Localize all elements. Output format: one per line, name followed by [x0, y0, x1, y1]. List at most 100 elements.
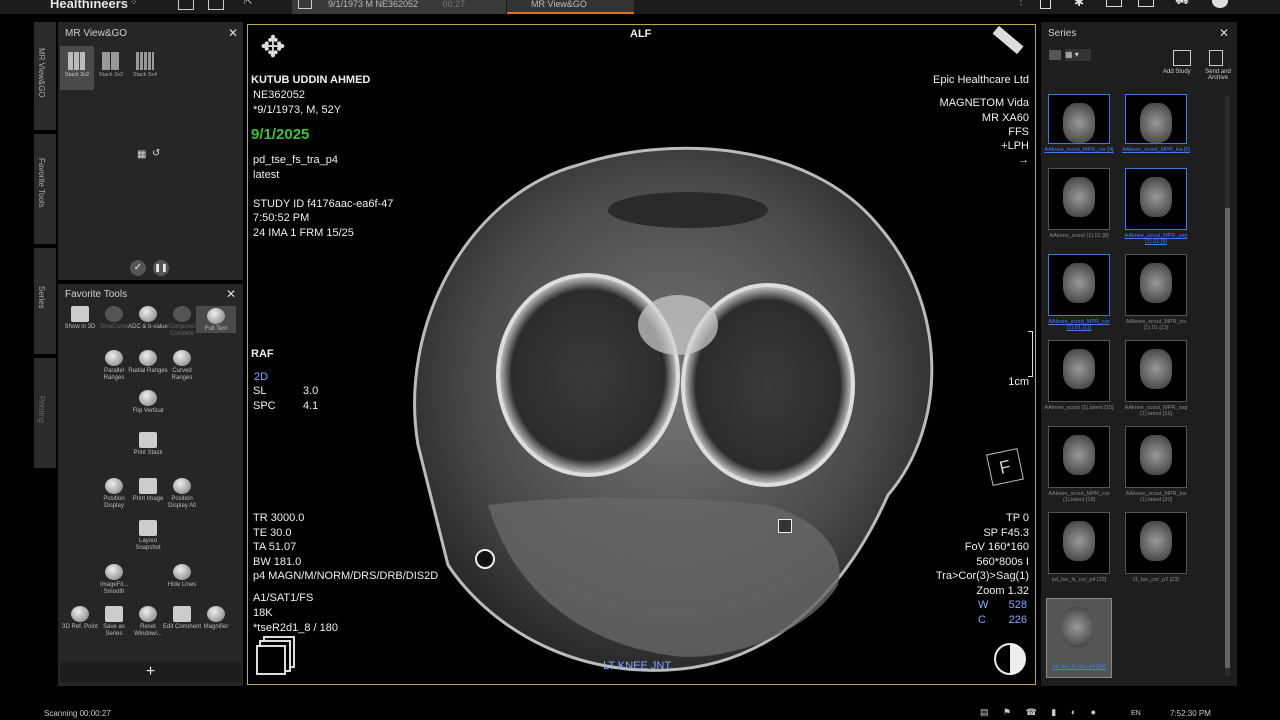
user-avatar-icon[interactable]	[1212, 0, 1228, 8]
series-thumbnail[interactable]	[1048, 254, 1110, 316]
series-thumbnail[interactable]	[1125, 94, 1187, 144]
parallel-ranges-icon	[105, 350, 123, 366]
window-center-value[interactable]: 226	[1009, 613, 1027, 628]
favorite-tools-panel: Favorite Tools ✕ Show in 3D TimeCurve ADC …	[58, 284, 243, 686]
series-thumbnail-caption[interactable]: AAknee_scout_MPR_cor (1).01 [11]	[1044, 319, 1114, 331]
tool-flip[interactable]: Flip Vertical	[128, 390, 168, 415]
tool-printstack-label: Print Stack	[133, 450, 163, 456]
tool-magnifier[interactable]: Magnifier	[196, 606, 236, 631]
image-viewer[interactable]: ✥ ALF RAF LT KNEE JNT. KUTUB UDDIN AHMED…	[247, 24, 1036, 685]
series-thumbnail-caption[interactable]: pd_tse_fs_cor_p4 [22]	[1044, 577, 1114, 583]
send-archive-icon[interactable]	[1209, 50, 1223, 66]
mode-2d[interactable]: 2D	[254, 370, 268, 385]
add-study-label[interactable]: Add Study	[1163, 69, 1191, 75]
cart-icon[interactable]: ⛟	[1175, 0, 1189, 9]
series-thumbnail[interactable]	[1048, 340, 1110, 402]
orientation-left: RAF	[251, 348, 274, 360]
layout-stack-3x2-label: Stack 3x2	[64, 72, 90, 78]
mr-viewgo-title: MR View&GO	[65, 28, 128, 39]
series-thumbnail-caption[interactable]: AAknee_scout_MPR_sag (1).latest [16]	[1121, 405, 1191, 417]
tool-curved[interactable]: Curved Ranges	[162, 350, 202, 382]
status-bar: Scanning 00:00:27 ▤ ⚑ ☎ ▮ ◐ ● EN 7:52:30…	[0, 705, 1280, 720]
scale-label: 1cm	[1008, 376, 1029, 388]
series-thumbnail-caption[interactable]: AAknee_scout_MPR_tra (1).latest [20]	[1121, 491, 1191, 503]
series-thumbnail-caption[interactable]: AAknee_scout_MPR_tra (1).01 [13]	[1121, 319, 1191, 331]
series-thumbnail[interactable]	[1125, 340, 1187, 402]
close-icon[interactable]: ✕	[1219, 26, 1229, 40]
sidetab-series[interactable]: Series	[34, 248, 56, 354]
series-thumbnail-caption[interactable]: pd_tse_fs_tra_p4 [24]	[1044, 664, 1114, 670]
scrollbar-thumb[interactable]	[1225, 208, 1230, 668]
layout-snapshot-icon	[139, 520, 157, 536]
tray-icons: ▤ ⚑ ☎ ▮ ◐ ●	[980, 707, 1103, 717]
device-icon[interactable]	[1040, 0, 1051, 9]
series-thumbnail-caption[interactable]: AAknee_scout_MPR_cor (1).latest [18]	[1044, 491, 1114, 503]
series-thumbnail-image	[1063, 349, 1095, 389]
export-icon[interactable]	[1106, 0, 1122, 7]
series-thumbnail-image	[1140, 521, 1172, 561]
grid-icon	[68, 52, 86, 70]
ta-value: TA 51.07	[253, 541, 297, 553]
layout-stack-5x4[interactable]: Stack 5x4	[128, 46, 162, 90]
tab-patient[interactable]: 9/1/1973 M NE362052 00:27	[292, 0, 506, 14]
tool-fulltext[interactable]: Full Text	[196, 306, 236, 333]
close-icon[interactable]: ✕	[228, 26, 238, 40]
patient-dob: *9/1/1973, M, 52Y	[253, 104, 342, 116]
te-value: TE 30.0	[253, 527, 292, 539]
transfer-icon[interactable]	[1138, 0, 1154, 7]
settings-icon[interactable]: ✱	[1074, 0, 1084, 9]
sidetab-favorite-tools[interactable]: Favorite Tools	[34, 134, 56, 244]
zoom-value: Zoom 1.32	[976, 585, 1029, 597]
spc-label: SPC	[253, 400, 276, 412]
layout-stack-3x2[interactable]: Stack 3x2	[60, 46, 94, 90]
sequence-sub: latest	[253, 169, 280, 181]
series-thumbnail[interactable]	[1048, 94, 1110, 144]
close-icon[interactable]: ✕	[226, 287, 236, 301]
filter-icon[interactable]	[1049, 50, 1061, 60]
sidetab-printing[interactable]: Printing	[34, 358, 56, 468]
series-thumbnail-caption[interactable]: AAknee_scout_MPR_cor [4]	[1044, 147, 1114, 153]
send-archive-label[interactable]: Send and Archive	[1201, 69, 1235, 81]
series-thumbnail-caption[interactable]: AAknee_scout_MPR_sag (1).01 [9]	[1121, 233, 1191, 245]
tool-printstack[interactable]: Print Stack	[128, 432, 168, 457]
window-width-value[interactable]: 528	[1009, 598, 1027, 613]
worklist-icon[interactable]	[208, 0, 224, 10]
tool-layoutsnap[interactable]: Layout Snapshot	[128, 520, 168, 552]
more-icon[interactable]: ⋮	[1016, 0, 1026, 7]
institution: Epic Healthcare Ltd	[933, 74, 1029, 86]
layout-stack-2x2[interactable]: Stack 2x2	[94, 46, 128, 90]
pause-button[interactable]: ❚❚	[153, 260, 169, 276]
series-thumbnail-caption[interactable]: t1_tse_cor_p3 [23]	[1121, 577, 1191, 583]
series-thumbnail[interactable]	[1048, 168, 1110, 230]
series-thumbnail-caption[interactable]: AAknee_scout_MPR_tra [6]	[1121, 147, 1191, 153]
tab-mr-viewgo[interactable]: MR View&GO	[507, 0, 634, 14]
series-thumbnail[interactable]	[1125, 254, 1187, 316]
expand-icon[interactable]: ⇱	[244, 0, 252, 7]
language-indicator[interactable]: EN	[1131, 710, 1141, 717]
series-thumbnail-caption[interactable]: AAknee_scout (1).01 [8]	[1044, 233, 1114, 239]
undo-icon[interactable]: ↺	[152, 148, 160, 159]
fov-value: FoV 160*160	[964, 541, 1029, 553]
stack-icon[interactable]	[256, 645, 286, 675]
layout-grid-icon[interactable]: ▦	[137, 149, 146, 160]
series-thumbnail[interactable]	[1048, 426, 1110, 488]
confirm-button[interactable]: ✓	[130, 260, 146, 276]
tool-posdispall[interactable]: Position Display All	[162, 478, 202, 510]
brightness-icon[interactable]	[994, 643, 1026, 675]
add-study-icon[interactable]	[1173, 50, 1191, 66]
scrollbar[interactable]	[1225, 96, 1230, 676]
view-grid-icon[interactable]: ▦ ▾	[1065, 49, 1091, 61]
series-thumbnail-caption[interactable]: AAknee_scout (1).latest [15]	[1044, 405, 1114, 411]
series-thumbnail[interactable]	[1048, 512, 1110, 574]
toolbox-head-icon[interactable]: ✥	[254, 29, 292, 67]
tab-patient-time: 00:27	[442, 0, 466, 9]
series-thumbnail[interactable]	[1125, 426, 1187, 488]
tool-hidelines[interactable]: Hide Lines	[162, 564, 202, 589]
add-tool-button[interactable]: +	[60, 662, 241, 682]
home-icon[interactable]	[178, 0, 194, 10]
sidetab-mr-viewgo[interactable]: MR View&GO	[34, 22, 56, 130]
series-thumbnail[interactable]	[1125, 168, 1187, 230]
tool-imagefilter[interactable]: ImageFil... Smooth	[94, 564, 134, 596]
3d-ref-point-icon	[71, 606, 89, 622]
series-thumbnail[interactable]	[1125, 512, 1187, 574]
